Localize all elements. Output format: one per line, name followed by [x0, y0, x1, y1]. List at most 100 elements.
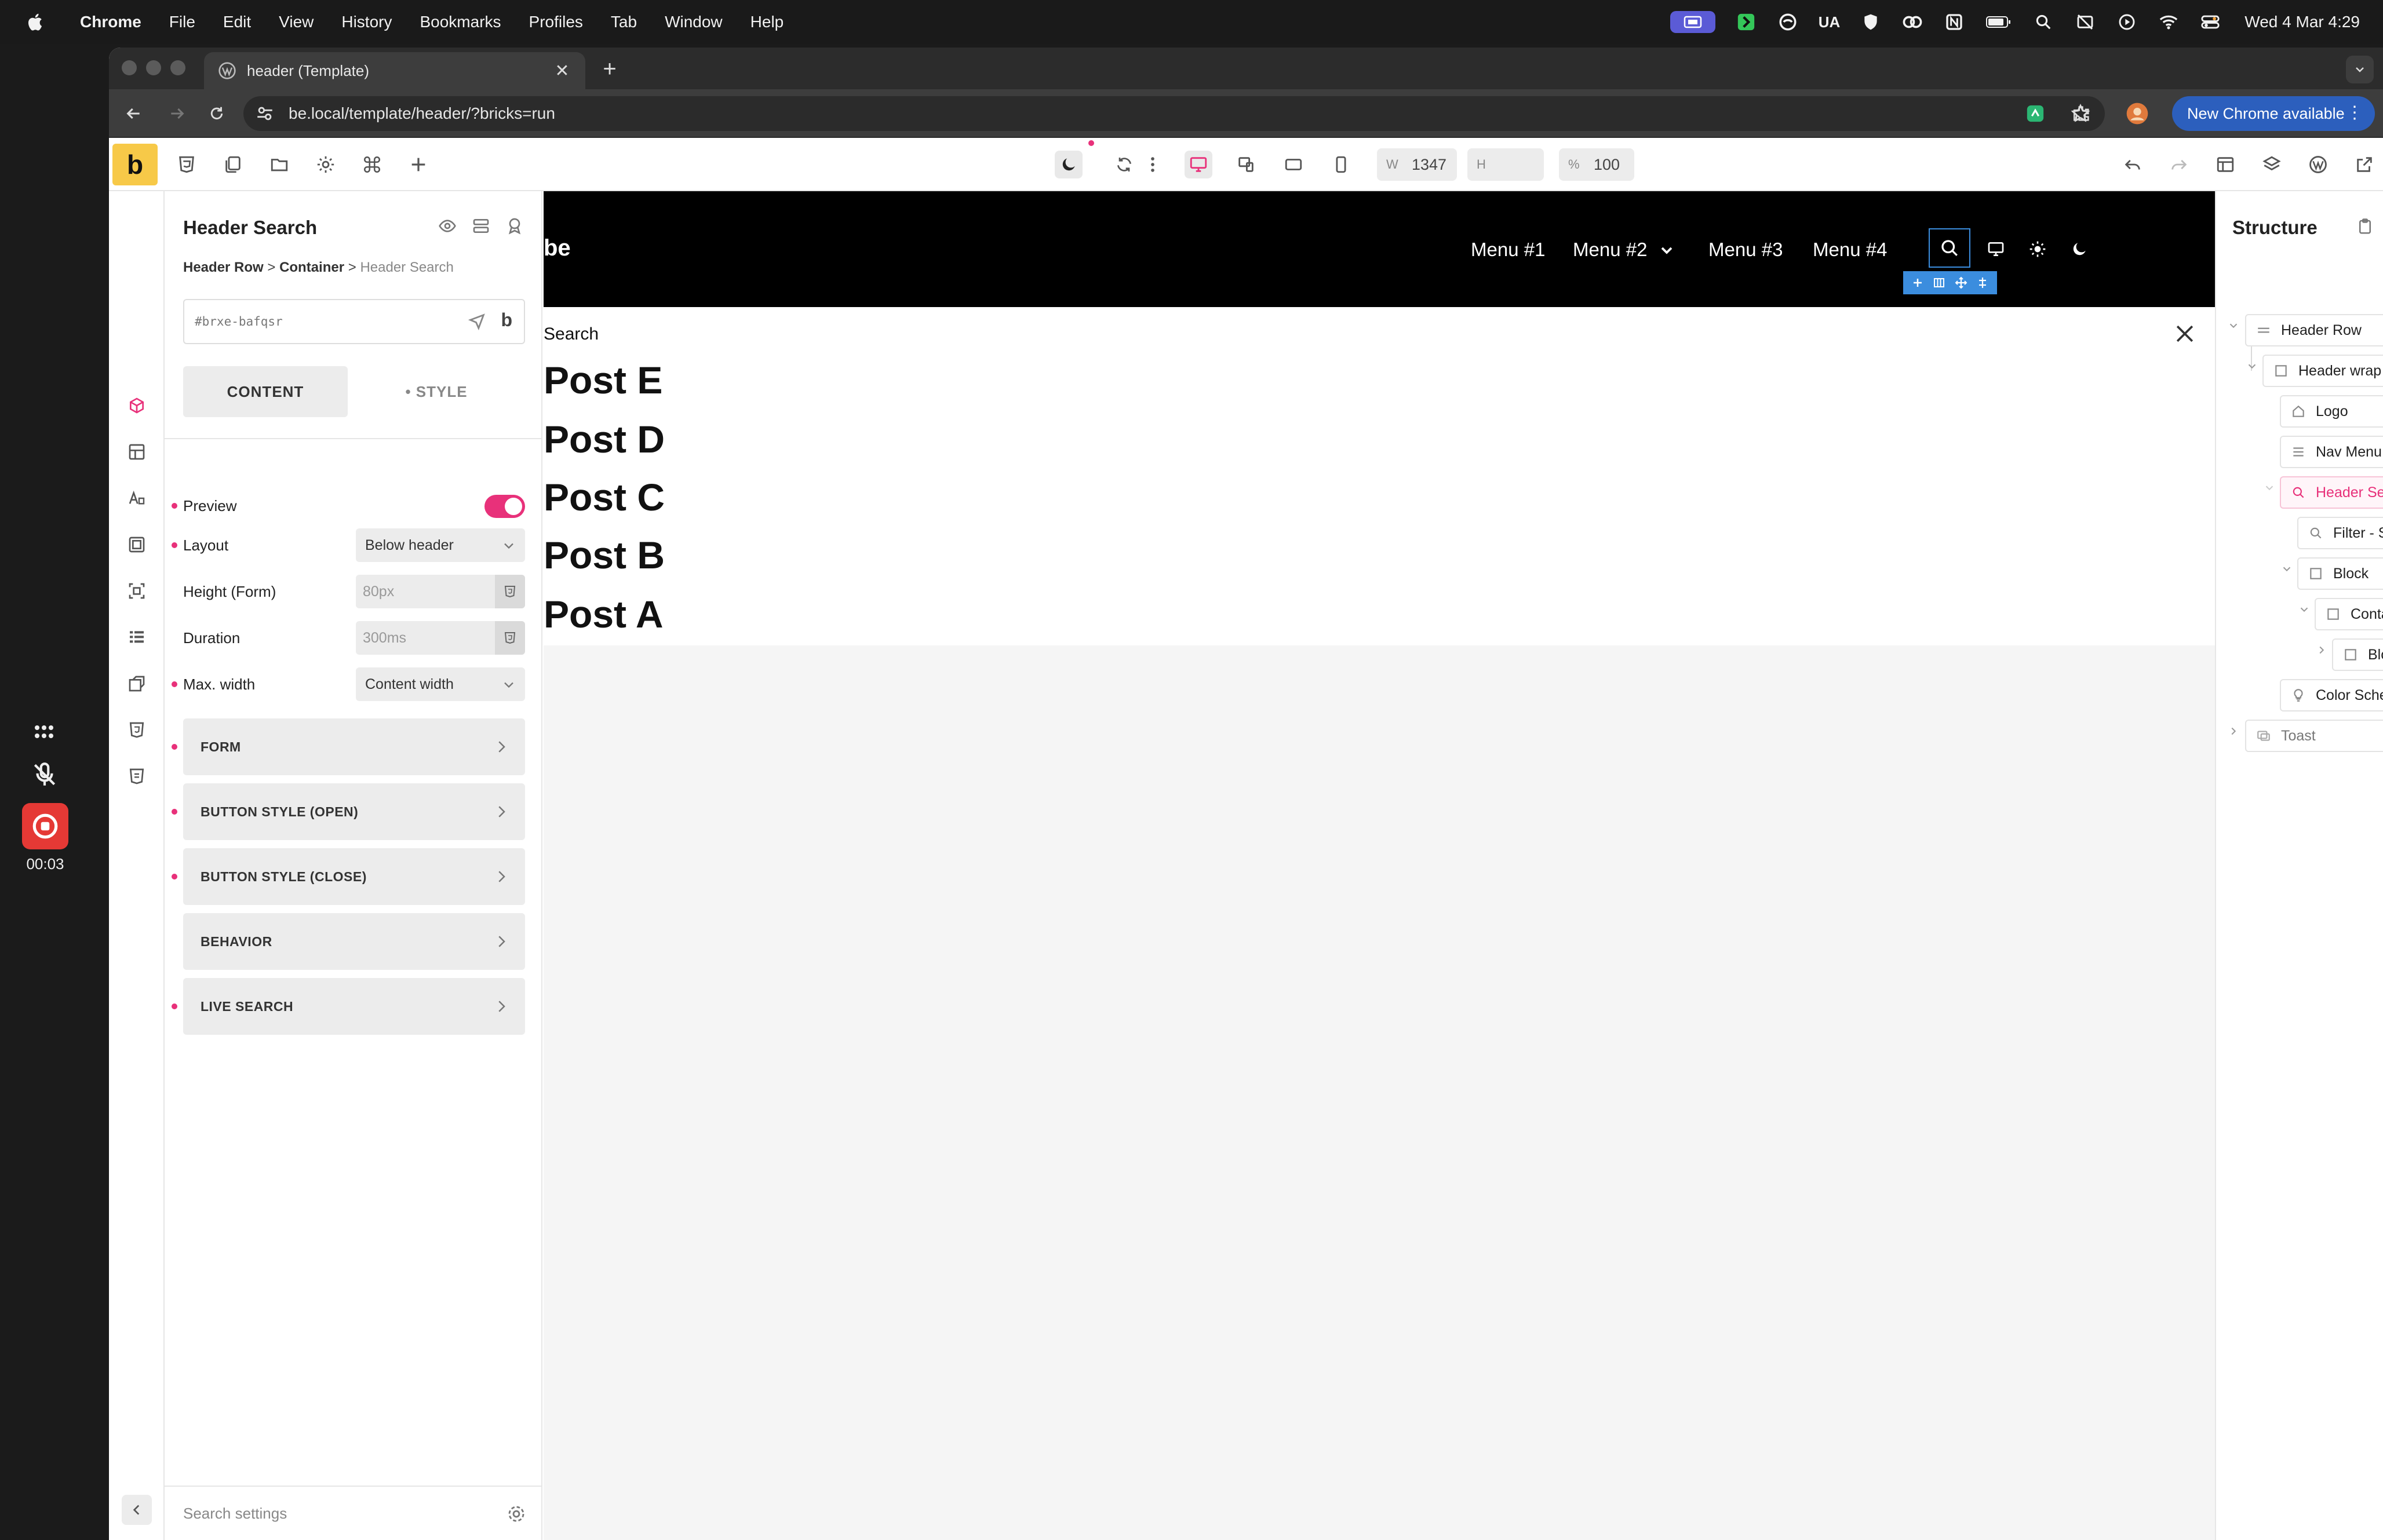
site-logo[interactable]: be: [544, 235, 571, 261]
more-vertical-icon[interactable]: ⋮: [2346, 104, 2363, 122]
height-field[interactable]: H: [1467, 148, 1544, 181]
gear-icon[interactable]: [507, 1504, 526, 1524]
mobile-portrait-icon[interactable]: [1327, 151, 1355, 178]
tree-node-logo[interactable]: Logo: [2280, 395, 2383, 428]
apps-grid-icon[interactable]: [30, 718, 58, 746]
database-icon[interactable]: [469, 214, 493, 238]
menu-tab[interactable]: Tab: [611, 13, 637, 31]
add-element-icon[interactable]: [405, 151, 432, 178]
tree-node-toast[interactable]: Toast: [2245, 720, 2383, 752]
width-field[interactable]: W 1347: [1377, 148, 1457, 181]
menu-chrome[interactable]: Chrome: [80, 13, 141, 31]
menu-history[interactable]: History: [341, 13, 392, 31]
notion-icon[interactable]: [1943, 11, 1965, 33]
menu-bar-clock[interactable]: Wed 4 Mar 4:29: [2244, 13, 2360, 31]
wordpress-icon[interactable]: [2304, 151, 2332, 178]
layout-panels-icon[interactable]: [2211, 151, 2239, 178]
search-settings-input[interactable]: Search settings: [165, 1486, 541, 1540]
command-icon[interactable]: [358, 151, 386, 178]
close-window-button[interactable]: [122, 60, 137, 75]
browser-tab-active[interactable]: header (Template) ✕: [204, 52, 585, 89]
post-result[interactable]: Post E: [544, 358, 662, 402]
reload-button[interactable]: [204, 101, 229, 126]
profile-avatar[interactable]: [2125, 101, 2150, 126]
add-icon[interactable]: [1909, 274, 1926, 291]
border-icon[interactable]: [123, 577, 151, 605]
more-vertical-icon[interactable]: [1144, 151, 1161, 178]
section-form[interactable]: FORM: [172, 718, 525, 775]
stop-recording-button[interactable]: [22, 803, 68, 849]
tree-node-header-wrap[interactable]: Header wrap: [2262, 355, 2383, 387]
nav-menu-item[interactable]: Menu #3: [1708, 239, 1783, 261]
external-link-icon[interactable]: [2351, 151, 2378, 178]
refresh-icon[interactable]: [1110, 151, 1138, 178]
post-result[interactable]: Post D: [544, 417, 665, 461]
layout-select[interactable]: Below header: [356, 528, 525, 562]
tab-search-button[interactable]: [2346, 56, 2374, 83]
extensions-puzzle-icon[interactable]: [2069, 101, 2094, 126]
close-tab-icon[interactable]: ✕: [552, 60, 573, 81]
elements-cube-icon[interactable]: [123, 392, 151, 419]
header-search-button[interactable]: [1929, 228, 1970, 268]
zoom-window-button[interactable]: [170, 60, 185, 75]
shield-icon[interactable]: [1860, 11, 1882, 33]
creative-cloud-icon[interactable]: [1901, 11, 1923, 33]
new-chrome-available-button[interactable]: New Chrome available ⋮: [2172, 96, 2375, 131]
height-form-input[interactable]: 80px: [356, 575, 525, 608]
zoom-field[interactable]: % 100: [1559, 148, 1634, 181]
app-green-icon[interactable]: [1735, 11, 1757, 33]
nav-menu-item[interactable]: Menu #2: [1573, 239, 1647, 261]
extension-green-icon[interactable]: [2023, 101, 2048, 126]
css-unit-icon[interactable]: [495, 621, 525, 655]
close-icon[interactable]: [2172, 321, 2198, 346]
post-result[interactable]: Post B: [544, 533, 665, 577]
breadcrumb-item[interactable]: Header Row: [183, 260, 264, 275]
pages-icon[interactable]: [219, 151, 247, 178]
tree-node-header-row[interactable]: Header Row: [2245, 314, 2383, 346]
columns-icon[interactable]: [1930, 274, 1948, 291]
play-icon[interactable]: [2116, 11, 2138, 33]
tab-content[interactable]: CONTENT: [183, 366, 348, 417]
post-result[interactable]: Post C: [544, 475, 665, 519]
search-icon[interactable]: [2032, 11, 2054, 33]
menu-profiles[interactable]: Profiles: [529, 13, 583, 31]
laptop-breakpoint-icon[interactable]: [1232, 151, 1260, 178]
microphone-muted-icon[interactable]: [30, 760, 59, 789]
chevron-down-icon[interactable]: [2279, 561, 2295, 577]
post-result[interactable]: Post A: [544, 592, 664, 636]
back-button[interactable]: [121, 101, 146, 126]
chevron-right-icon[interactable]: [2225, 723, 2242, 739]
chevron-right-icon[interactable]: [2313, 642, 2330, 658]
tree-node-container[interactable]: Container: [2315, 598, 2383, 630]
site-header[interactable]: be Menu #1 Menu #2 Menu #3 Menu #4: [544, 191, 2215, 307]
menu-file[interactable]: File: [169, 13, 195, 31]
chevron-down-icon[interactable]: [2244, 358, 2260, 374]
section-button-style-close[interactable]: BUTTON STYLE (CLOSE): [172, 848, 525, 905]
control-center-icon[interactable]: [2199, 11, 2221, 33]
drag-handle-icon[interactable]: [1974, 274, 1991, 291]
css-icon[interactable]: [123, 716, 151, 744]
menu-view[interactable]: View: [279, 13, 314, 31]
bricks-logo[interactable]: b: [112, 144, 158, 185]
apple-icon[interactable]: [25, 12, 46, 32]
cursor-arrow-icon[interactable]: [467, 312, 487, 331]
chevron-down-icon[interactable]: [2225, 318, 2242, 334]
preview-toggle[interactable]: [484, 495, 525, 518]
section-live-search[interactable]: LIVE SEARCH: [172, 978, 525, 1035]
templates-folder-icon[interactable]: [265, 151, 293, 178]
keyboard-layout-icon[interactable]: UA: [1819, 11, 1841, 33]
menu-bookmarks[interactable]: Bookmarks: [420, 13, 501, 31]
screen-capture-icon[interactable]: [2074, 11, 2096, 33]
gradient-icon[interactable]: [123, 623, 151, 651]
nav-menu-item[interactable]: Menu #1: [1471, 239, 1545, 261]
section-button-style-open[interactable]: BUTTON STYLE (OPEN): [172, 783, 525, 840]
css3-icon[interactable]: [173, 151, 201, 178]
nav-menu-item[interactable]: Menu #4: [1813, 239, 1887, 261]
tree-node-block-inner[interactable]: Block: [2332, 638, 2383, 671]
undo-icon[interactable]: [2119, 151, 2147, 178]
layout-icon[interactable]: [123, 438, 151, 466]
layers-icon[interactable]: [2258, 151, 2286, 178]
sun-icon[interactable]: [2026, 238, 2049, 261]
sync-icon[interactable]: [1777, 11, 1799, 33]
eye-icon[interactable]: [436, 214, 459, 238]
